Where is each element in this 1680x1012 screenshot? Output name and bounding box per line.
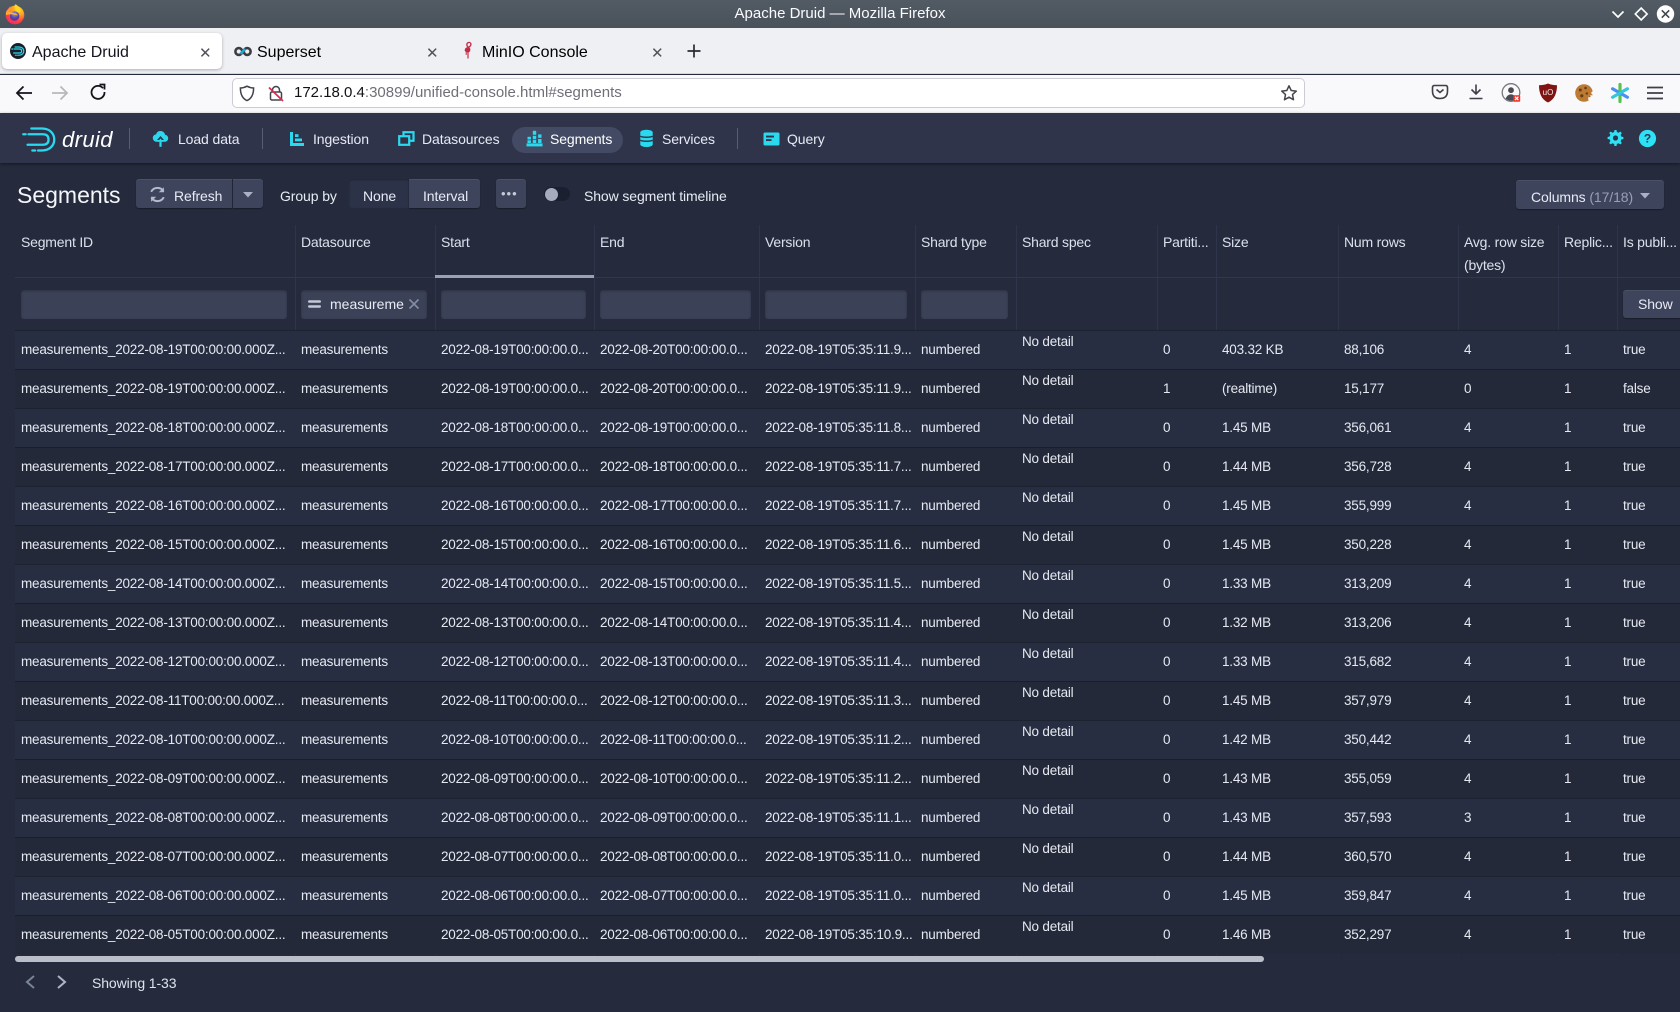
svg-text:?: ? (1644, 131, 1651, 145)
svg-text:uO: uO (1543, 88, 1554, 97)
